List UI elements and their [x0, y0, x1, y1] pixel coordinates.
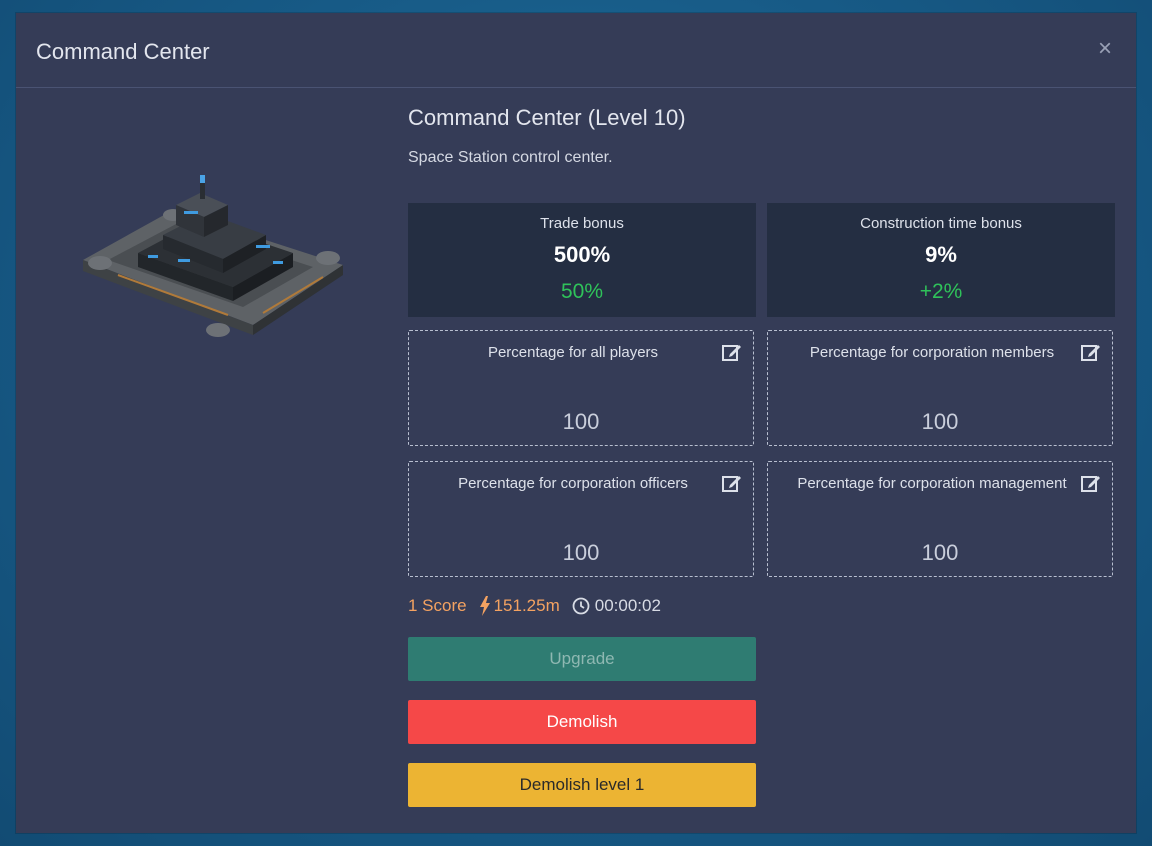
edit-icon[interactable]: [1080, 341, 1102, 363]
building-description: Space Station control center.: [408, 149, 613, 166]
construction-time-bonus-label: Construction time bonus: [860, 215, 1022, 232]
edit-icon[interactable]: [721, 341, 743, 363]
build-time: 00:00:02: [572, 596, 661, 616]
percentage-corporation-members-label: Percentage for corporation members: [809, 344, 1055, 361]
lightning-icon: [479, 596, 490, 616]
construction-time-bonus-increment: +2%: [919, 280, 963, 303]
construction-time-bonus-box: Construction time bonus 9% +2%: [767, 203, 1115, 317]
trade-bonus-label: Trade bonus: [540, 215, 624, 232]
close-button[interactable]: ×: [1094, 35, 1116, 63]
percentage-all-players-value: 100: [562, 409, 600, 434]
percentage-corporation-officers-value: 100: [562, 540, 600, 565]
percentage-all-players-label: Percentage for all players: [487, 344, 659, 361]
energy-value: 151.25m: [493, 596, 560, 615]
edit-icon[interactable]: [1080, 472, 1102, 494]
close-icon: ×: [1097, 35, 1112, 62]
trade-bonus-box: Trade bonus 500% 50%: [408, 203, 756, 317]
percentage-corporation-management-box: Percentage for corporation management 10…: [767, 461, 1113, 577]
percentage-all-players-box: Percentage for all players 100: [408, 330, 754, 446]
clock-icon: [572, 597, 590, 615]
energy-cost: 151.25m: [479, 596, 560, 616]
build-time-value: 00:00:02: [594, 596, 661, 615]
upgrade-button[interactable]: Upgrade: [408, 637, 756, 681]
percentage-corporation-members-box: Percentage for corporation members 100: [767, 330, 1113, 446]
demolish-level-button[interactable]: Demolish level 1: [408, 763, 756, 807]
demolish-button[interactable]: Demolish: [408, 700, 756, 744]
score-cost: 1 Score: [408, 596, 467, 615]
command-center-modal: Command Center × Command Center (Level 1…: [16, 13, 1136, 833]
upgrade-cost-row: 1 Score 151.25m 00:00:02: [408, 595, 661, 617]
percentage-corporation-management-label: Percentage for corporation management: [797, 475, 1067, 492]
construction-time-bonus-value: 9%: [925, 242, 957, 267]
percentage-corporation-officers-box: Percentage for corporation officers 100: [408, 461, 754, 577]
trade-bonus-increment: 50%: [560, 280, 604, 303]
percentage-corporation-members-value: 100: [921, 409, 959, 434]
modal-header: Command Center ×: [16, 13, 1136, 88]
edit-icon[interactable]: [721, 472, 743, 494]
building-title: Command Center (Level 10): [408, 105, 686, 130]
percentage-corporation-officers-label: Percentage for corporation officers: [458, 475, 688, 492]
command-center-building-image: [83, 175, 343, 337]
modal-title: Command Center: [36, 39, 210, 64]
percentage-corporation-management-value: 100: [921, 540, 959, 565]
trade-bonus-value: 500%: [553, 242, 611, 267]
